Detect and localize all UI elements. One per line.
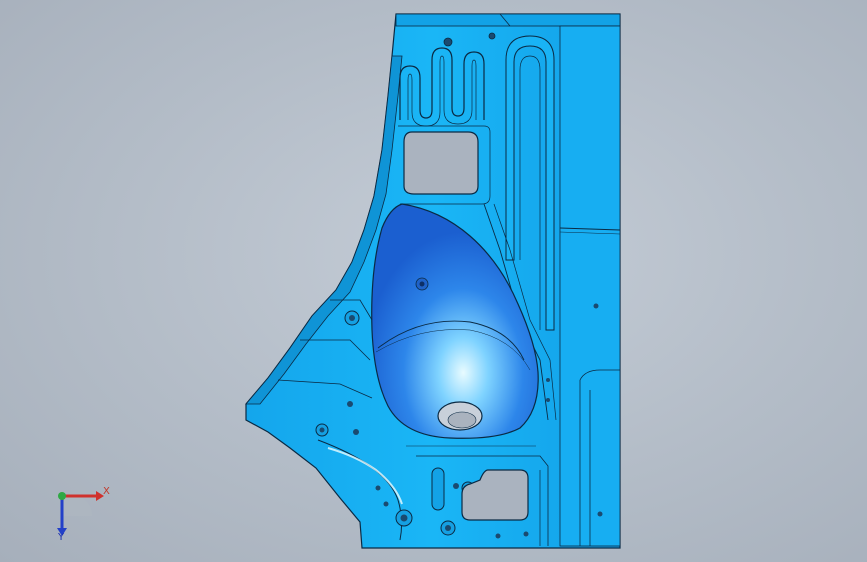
x-axis-label: X (103, 486, 110, 497)
y-axis-label: Y (58, 532, 65, 543)
graphics-viewport[interactable]: X Y (0, 0, 867, 562)
mount-hole (495, 533, 501, 539)
mount-hole (347, 401, 353, 407)
mount-hole (488, 32, 496, 40)
mount-hole (546, 398, 550, 402)
slot (431, 467, 445, 511)
mount-hole (523, 531, 529, 537)
part-model[interactable] (0, 0, 867, 562)
mount-hole (353, 429, 359, 435)
upper-opening (403, 131, 479, 195)
mount-hole (453, 483, 459, 489)
mount-hole (383, 501, 389, 507)
mount-hole (546, 378, 550, 382)
mount-hole (443, 37, 453, 47)
mount-hole (375, 485, 381, 491)
mount-hole (593, 303, 599, 309)
mount-hole (597, 511, 603, 517)
